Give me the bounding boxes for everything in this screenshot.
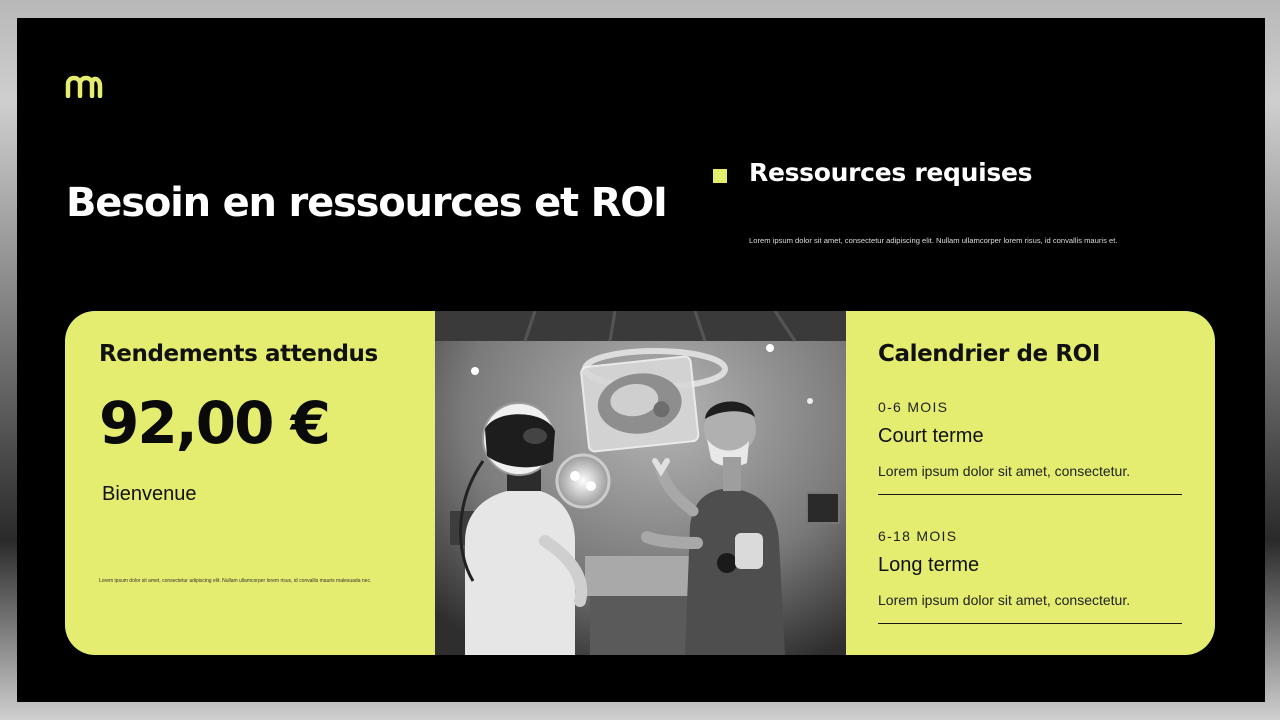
- roi-panel: Rendements attendus 92,00 € Bienvenue Lo…: [65, 311, 1215, 655]
- roi-term-short: 0-6 MOIS Court terme Lorem ipsum dolor s…: [878, 399, 1182, 495]
- m-monogram-icon: [65, 75, 103, 98]
- slide-title: Besoin en ressources et ROI: [66, 180, 668, 226]
- resources-description: Lorem ipsum dolor sit amet, consectetur …: [749, 236, 1118, 245]
- returns-fine-print: Lorem ipsum dolor sit amet, consectetur …: [99, 578, 372, 584]
- term-range: 6-18 MOIS: [878, 528, 958, 544]
- term-name: Long terme: [878, 554, 980, 576]
- term-range: 0-6 MOIS: [878, 399, 949, 415]
- roi-term-long: 6-18 MOIS Long terme Lorem ipsum dolor s…: [878, 528, 1182, 624]
- robot-surgeon-photo: [435, 311, 846, 655]
- roi-calendar-heading: Calendrier de ROI: [878, 341, 1100, 367]
- slide: Besoin en ressources et ROI Ressources r…: [17, 18, 1265, 702]
- returns-amount: 92,00 €: [99, 389, 331, 457]
- term-name: Court terme: [878, 425, 984, 447]
- returns-heading: Rendements attendus: [99, 341, 378, 367]
- resources-heading: Ressources requises: [749, 158, 1033, 187]
- term-description: Lorem ipsum dolor sit amet, consectetur.: [878, 592, 1131, 608]
- term-description: Lorem ipsum dolor sit amet, consectetur.: [878, 463, 1131, 479]
- square-bullet-icon: [713, 169, 727, 183]
- returns-subtitle: Bienvenue: [102, 483, 197, 505]
